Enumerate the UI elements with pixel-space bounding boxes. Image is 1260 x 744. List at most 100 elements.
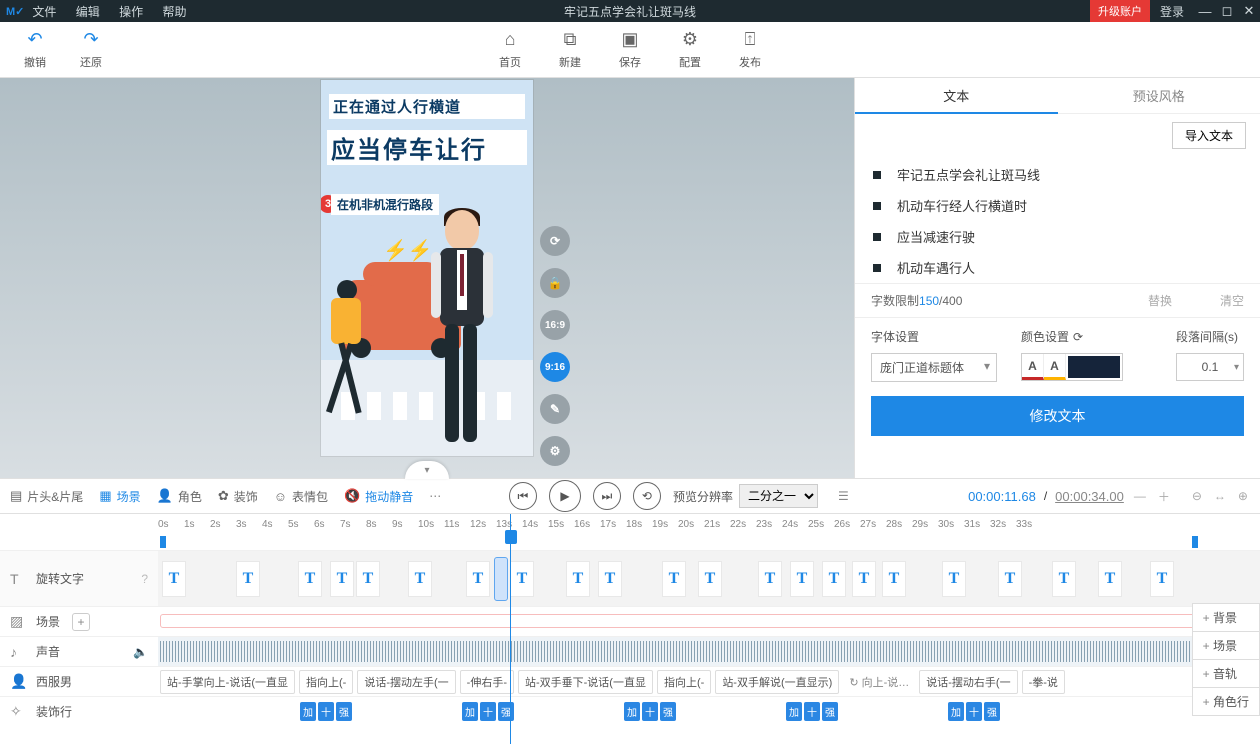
actor-segment[interactable]: 指向上(- [657,670,711,694]
text-clip[interactable]: T [1052,561,1076,597]
text-clip[interactable]: T [236,561,260,597]
text-clip[interactable]: T [1098,561,1122,597]
menu-action[interactable]: 操作 [119,5,143,19]
font-select[interactable]: 庞门正道标题体 [871,353,997,382]
clip-handle[interactable] [494,557,508,601]
canvas-area[interactable]: 正在通过人行横道 应当停车让行 3 在机非机混行路段 ⚡⚡ ⟳ 🔒 16:9 9… [0,78,854,478]
text-clip[interactable]: T [510,561,534,597]
actor-segment[interactable]: 说话-摆动右手(一 [919,670,1017,694]
tab-preset[interactable]: 预设风格 [1058,78,1260,114]
text-color-icon[interactable]: A [1022,354,1044,380]
deco-chip[interactable]: 加十强 [624,702,676,721]
upgrade-button[interactable]: 升级账户 [1090,0,1150,22]
publish-button[interactable]: ⍐发布 [739,29,761,70]
new-button[interactable]: ⧉新建 [559,29,581,70]
time-ruler[interactable]: 0s1s2s3s4s5s6s7s8s9s10s11s12s13s14s15s16… [0,514,1260,534]
actor-segment[interactable]: 站-双手垂下-说话(一直显 [518,670,653,694]
scene-lane[interactable] [158,607,1260,636]
text-clip[interactable]: T [566,561,590,597]
text-lane[interactable]: TTTTTTTTTTTTTTTTTTTTTT [158,551,1260,606]
tab-headtail[interactable]: ▤片头&片尾 [10,488,83,505]
stage-text-3[interactable]: 在机非机混行路段 [331,194,439,215]
gap-input[interactable]: 0.1 [1176,353,1244,381]
color-picker[interactable]: A A [1021,353,1123,381]
add-scene-button[interactable]: + [72,613,90,631]
text-clip[interactable]: T [852,561,876,597]
redo-button[interactable]: ↷还原 [80,29,102,70]
actor-segment[interactable]: 指向上(- [299,670,353,694]
zoom-in-time[interactable]: ＋ [1156,488,1172,505]
text-clip[interactable]: T [882,561,906,597]
minimize-button[interactable]: — [1194,4,1216,19]
deco-lane[interactable]: 加十强加十强加十强加十强加十强 [158,697,1260,726]
next-button[interactable]: ⏭ [593,482,621,510]
deco-chip[interactable]: 加十强 [786,702,838,721]
undo-button[interactable]: ↶撤销 [24,29,46,70]
list-item[interactable]: 牢记五点学会礼让斑马线 [873,159,1242,190]
color-swatch[interactable] [1068,356,1120,378]
help-icon[interactable]: ? [141,572,148,586]
home-button[interactable]: ⌂首页 [499,29,521,70]
actor-segment[interactable]: ↻ 向上-说… [843,674,915,690]
scene-clip[interactable] [160,614,1200,628]
clear-button[interactable]: 清空 [1220,292,1244,309]
range-end-handle[interactable] [1192,536,1198,548]
collapse-handle[interactable]: ▾ [424,465,429,476]
text-clip[interactable]: T [162,561,186,597]
config-button[interactable]: ⚙配置 [679,29,701,70]
login-button[interactable]: 登录 [1150,3,1194,20]
list-item[interactable]: 应当减速行驶 [873,221,1242,252]
zoom-in-icon[interactable]: ⊕ [1236,489,1250,503]
rate-select[interactable]: 二分之一 [739,484,818,508]
text-clip[interactable]: T [662,561,686,597]
text-clip[interactable]: T [698,561,722,597]
tab-dragmute[interactable]: 🔇拖动静音 [344,488,413,505]
refresh-icon[interactable]: ⟳ [1073,330,1083,344]
text-clip[interactable]: T [942,561,966,597]
text-clip[interactable]: T [790,561,814,597]
add-audio-button[interactable]: 音轨 [1192,659,1260,688]
text-clip[interactable]: T [298,561,322,597]
layers-icon[interactable]: ☰ [838,489,849,503]
sound-lane[interactable] [158,637,1260,666]
maximize-button[interactable]: ◻ [1216,3,1238,19]
text-clip[interactable]: T [356,561,380,597]
import-text-button[interactable]: 导入文本 [1172,122,1246,149]
settings-tool[interactable]: ⚙ [540,436,570,466]
actor-lane[interactable]: 站-手掌向上-说话(一直显指向上(-说话-摆动左手(一-伸右手-站-双手垂下-说… [158,667,1260,696]
loop-button[interactable]: ⟲ [633,482,661,510]
tab-emoji[interactable]: ☺表情包 [274,488,328,505]
range-start-handle[interactable] [160,536,166,548]
lock-tool[interactable]: 🔒 [540,268,570,298]
text-clip[interactable]: T [998,561,1022,597]
actor-segment[interactable]: 站-手掌向上-说话(一直显 [160,670,295,694]
text-clip[interactable]: T [758,561,782,597]
add-scene-track-button[interactable]: 场景 [1192,631,1260,660]
zoom-out-time[interactable]: — [1132,489,1148,503]
actor-segment[interactable]: 说话-摆动左手(一 [357,670,455,694]
close-button[interactable]: ✕ [1238,3,1260,19]
add-role-button[interactable]: 角色行 [1192,687,1260,716]
list-item[interactable]: 机动车遇行人 [873,252,1242,283]
speaker-icon[interactable]: 🔈 [133,645,148,659]
zoom-out-icon[interactable]: ⊖ [1190,489,1204,503]
text-clip[interactable]: T [466,561,490,597]
text-clip[interactable]: T [822,561,846,597]
aspect-9-16[interactable]: 9:16 [540,352,570,382]
menu-file[interactable]: 文件 [32,5,56,19]
deco-chip[interactable]: 加十强 [300,702,352,721]
actor-segment[interactable]: -拳-说 [1022,670,1065,694]
aspect-16-9[interactable]: 16:9 [540,310,570,340]
tab-deco[interactable]: ✿装饰 [218,488,258,505]
text-clip[interactable]: T [330,561,354,597]
more-icon[interactable]: ⋯ [429,489,441,503]
tab-scene[interactable]: ▦场景 [99,488,140,505]
actor-segment[interactable]: -伸右手- [460,670,514,694]
replace-button[interactable]: 替换 [1148,292,1172,309]
tab-text[interactable]: 文本 [855,78,1058,114]
edit-tool[interactable]: ✎ [540,394,570,424]
time-total[interactable]: 00:00:34.00 [1055,489,1124,504]
prev-button[interactable]: ⏮ [509,482,537,510]
text-clip[interactable]: T [408,561,432,597]
menu-edit[interactable]: 编辑 [76,5,100,19]
